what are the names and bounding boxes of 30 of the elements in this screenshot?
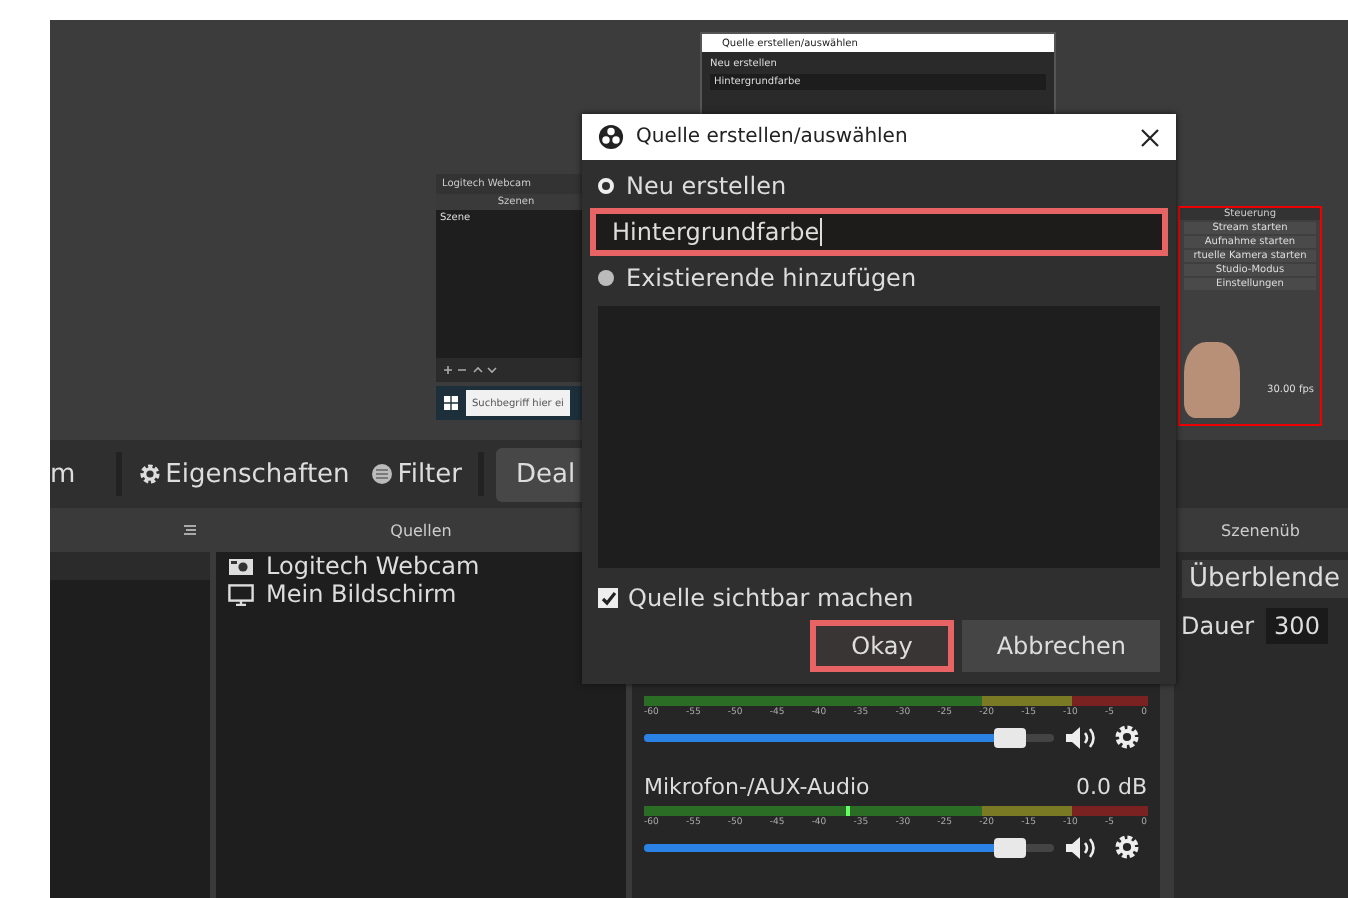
toolbar-label: m bbox=[50, 459, 76, 489]
transitions-header: Szenenüb bbox=[1219, 521, 1302, 539]
app-logo-icon bbox=[598, 124, 624, 150]
dock-options-icon[interactable] bbox=[182, 524, 199, 536]
close-icon[interactable] bbox=[1140, 127, 1160, 147]
list-controls-icon bbox=[442, 364, 502, 376]
channel-name: Mikrofon-/AUX-Audio bbox=[644, 774, 870, 800]
name-input-field[interactable]: Hintergrundfarbe bbox=[590, 208, 1168, 256]
camera-icon bbox=[228, 556, 255, 576]
gear-icon bbox=[137, 462, 162, 486]
webcam-photo-placeholder bbox=[1184, 342, 1240, 418]
filter-button[interactable]: Filter bbox=[365, 459, 466, 489]
dialog-button[interactable]: Okay bbox=[809, 620, 955, 672]
settings-icon[interactable] bbox=[1114, 724, 1140, 750]
settings-icon[interactable] bbox=[1114, 834, 1140, 860]
properties-button[interactable]: Eigenschaften bbox=[133, 459, 354, 489]
radio-option[interactable]: Existierende hinzufügen bbox=[598, 264, 1160, 292]
duration-field[interactable]: 300 bbox=[1266, 608, 1328, 644]
source-item[interactable]: Logitech Webcam bbox=[216, 552, 626, 580]
duration-label: Dauer bbox=[1181, 612, 1255, 640]
checkmark-icon bbox=[599, 589, 617, 607]
sources-header: Quellen bbox=[388, 521, 454, 539]
volume-reading: 0.0 dB bbox=[1076, 774, 1148, 800]
radio-option[interactable]: Neu erstellen bbox=[598, 172, 1160, 200]
filter-icon bbox=[369, 462, 394, 486]
windows-logo-icon[interactable] bbox=[444, 396, 458, 410]
dialog-title: Quelle erstellen/auswählen bbox=[636, 126, 910, 148]
dialog-button[interactable]: Abbrechen bbox=[962, 620, 1160, 672]
transition-dropdown[interactable]: Überblende bbox=[1181, 560, 1348, 598]
monitor-icon bbox=[228, 583, 255, 605]
